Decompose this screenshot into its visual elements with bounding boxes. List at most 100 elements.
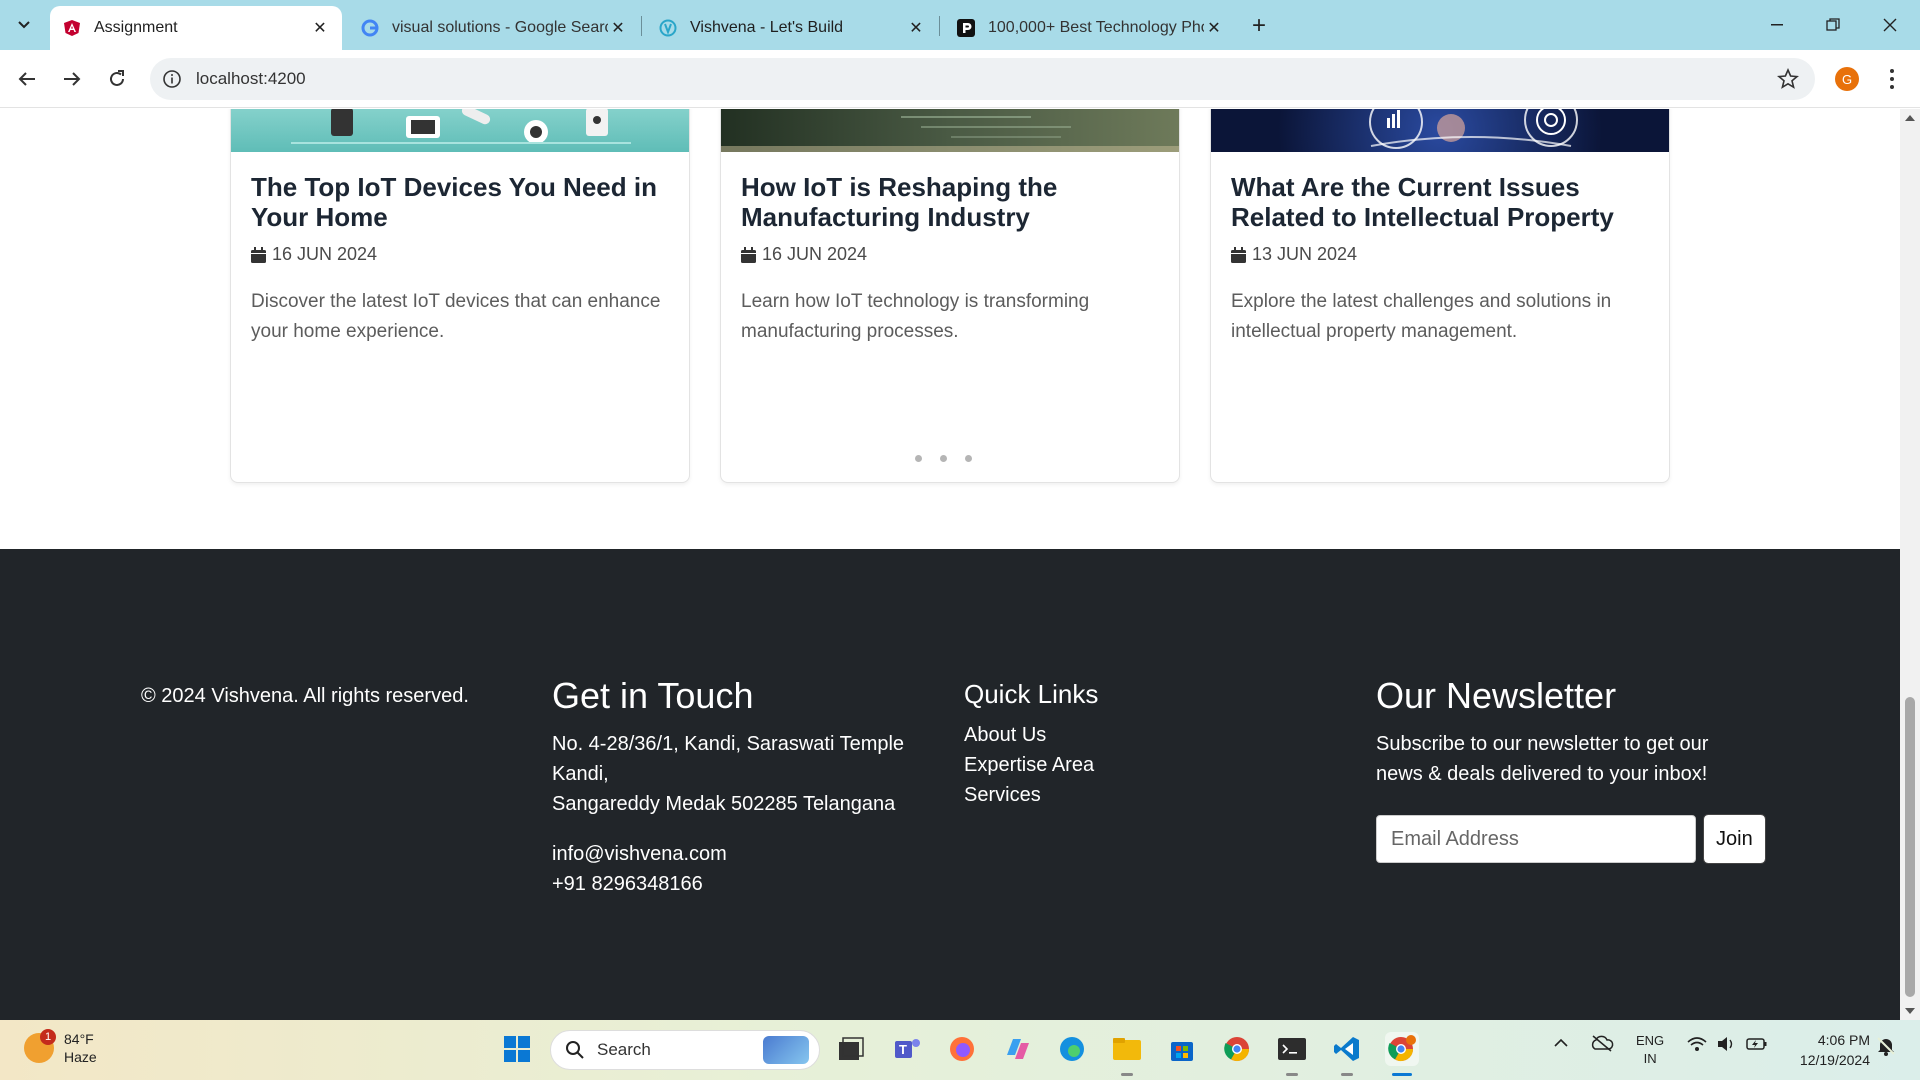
- phone-link[interactable]: +91 8296348166: [552, 869, 932, 899]
- scrollbar-thumb[interactable]: [1905, 697, 1915, 997]
- blog-card[interactable]: What Are the Current Issues Related to I…: [1210, 109, 1670, 483]
- clock-time: 4:06 PM: [1817, 1032, 1870, 1048]
- join-button[interactable]: Join: [1703, 814, 1766, 864]
- taskbar-search[interactable]: Search: [550, 1030, 820, 1070]
- card-date-text: 13 JUN 2024: [1252, 244, 1358, 264]
- search-placeholder: Search: [597, 1040, 651, 1059]
- site-footer: © 2024 Vishvena. All rights reserved. Ge…: [0, 549, 1900, 1020]
- restore-icon[interactable]: [1818, 10, 1848, 40]
- email-input[interactable]: Email Address: [1376, 815, 1696, 863]
- scroll-down-icon[interactable]: [1905, 1008, 1915, 1014]
- footer-link-about-us[interactable]: About Us: [964, 720, 1264, 750]
- footer-link-expertise-area[interactable]: Expertise Area: [964, 750, 1264, 780]
- newsletter-section: Our Newsletter Subscribe to our newslett…: [1376, 675, 1796, 864]
- weather-temp: 84°F: [64, 1031, 94, 1047]
- region-code: IN: [1643, 1051, 1657, 1066]
- carousel-dot[interactable]: [940, 455, 947, 462]
- microsoft-store-icon[interactable]: [1165, 1032, 1199, 1066]
- card-date-text: 16 JUN 2024: [272, 244, 378, 264]
- tab-title: 100,000+ Best Technology Photos: [988, 19, 1204, 36]
- contact-heading: Get in Touch: [552, 675, 754, 716]
- carousel-dot[interactable]: [915, 455, 922, 462]
- address-line: Sangareddy Medak 502285 Telangana: [552, 793, 896, 815]
- contact-section: Get in Touch No. 4-28/36/1, Kandi, Saras…: [552, 675, 932, 899]
- card-title[interactable]: The Top IoT Devices You Need in Your Hom…: [251, 172, 669, 232]
- weather-condition: Haze: [64, 1049, 97, 1065]
- language-code: ENG: [1636, 1033, 1665, 1048]
- reload-icon[interactable]: [102, 64, 132, 94]
- address-bar[interactable]: localhost:4200: [150, 58, 1815, 100]
- scroll-up-icon[interactable]: [1905, 115, 1915, 121]
- email-link[interactable]: info@vishvena.com: [552, 839, 932, 869]
- windows-start-icon[interactable]: [500, 1032, 534, 1066]
- tab-pexels[interactable]: 100,000+ Best Technology Photos ✕: [944, 6, 1236, 50]
- carousel-dot[interactable]: [965, 455, 972, 462]
- tab-title: visual solutions - Google Search: [392, 19, 608, 36]
- minimize-icon[interactable]: [1762, 10, 1792, 40]
- browser-menu-icon[interactable]: [1885, 67, 1899, 91]
- site-info-icon[interactable]: [162, 69, 182, 89]
- edge-icon[interactable]: [1055, 1032, 1089, 1066]
- close-tab-icon[interactable]: ✕: [608, 18, 628, 38]
- clock-date: 12/19/2024: [1799, 1052, 1870, 1068]
- weather-widget[interactable]: 1 84°F Haze: [24, 1029, 97, 1066]
- close-tab-icon[interactable]: ✕: [310, 18, 330, 38]
- chrome-icon[interactable]: [1220, 1032, 1254, 1066]
- volume-icon[interactable]: [1716, 1036, 1736, 1055]
- footer-link-services[interactable]: Services: [964, 780, 1264, 810]
- file-explorer-icon[interactable]: [1110, 1032, 1144, 1066]
- teams-icon[interactable]: T: [890, 1032, 924, 1066]
- card-date: 13 JUN 2024: [1231, 244, 1649, 265]
- vscode-icon[interactable]: [1330, 1032, 1364, 1066]
- close-tab-icon[interactable]: ✕: [906, 18, 926, 38]
- newsletter-heading: Our Newsletter: [1376, 675, 1617, 716]
- tab-separator: [641, 16, 642, 36]
- battery-charging-icon[interactable]: [1746, 1036, 1768, 1055]
- blog-card[interactable]: How IoT is Reshaping the Manufacturing I…: [720, 109, 1180, 483]
- quick-links-section: Quick Links About Us Expertise Area Serv…: [964, 669, 1264, 810]
- browser-toolbar: localhost:4200 G: [0, 50, 1920, 108]
- card-image-manufacturing: [721, 109, 1179, 152]
- calendar-icon: [251, 246, 266, 263]
- notifications-bell-icon[interactable]: [1876, 1036, 1896, 1059]
- tab-google-search[interactable]: visual solutions - Google Search ✕: [348, 6, 640, 50]
- forward-arrow-icon[interactable]: [57, 64, 87, 94]
- firefox-icon[interactable]: [945, 1032, 979, 1066]
- newsletter-text: Subscribe to our newsletter to get our n…: [1376, 733, 1709, 785]
- new-tab-plus-icon[interactable]: +: [1245, 12, 1273, 40]
- pexels-icon: [956, 18, 976, 38]
- close-window-icon[interactable]: [1875, 10, 1905, 40]
- card-description: Explore the latest challenges and soluti…: [1231, 291, 1612, 342]
- address-line: Kandi,: [552, 763, 609, 785]
- search-highlight-icon: [763, 1036, 809, 1064]
- onedrive-offline-icon[interactable]: [1590, 1034, 1614, 1055]
- card-title[interactable]: How IoT is Reshaping the Manufacturing I…: [741, 172, 1159, 232]
- url-text: localhost:4200: [196, 69, 306, 88]
- back-arrow-icon[interactable]: [12, 64, 42, 94]
- copilot-icon[interactable]: [1000, 1032, 1034, 1066]
- page-viewport: The Top IoT Devices You Need in Your Hom…: [0, 109, 1900, 1020]
- blog-card[interactable]: The Top IoT Devices You Need in Your Hom…: [230, 109, 690, 483]
- show-hidden-icons-chevron-icon[interactable]: [1553, 1036, 1569, 1051]
- task-view-icon[interactable]: [834, 1032, 868, 1066]
- page-scrollbar[interactable]: [1900, 109, 1920, 1020]
- system-clock[interactable]: 4:06 PM 12/19/2024: [1780, 1030, 1870, 1070]
- terminal-icon[interactable]: [1275, 1032, 1309, 1066]
- tab-search-chevron-icon[interactable]: [10, 12, 38, 38]
- wifi-icon[interactable]: [1687, 1036, 1707, 1055]
- newsletter-form: Email Address Join: [1376, 814, 1796, 864]
- card-date: 16 JUN 2024: [741, 244, 1159, 265]
- tab-assignment[interactable]: Assignment ✕: [50, 6, 342, 50]
- close-tab-icon[interactable]: ✕: [1204, 18, 1224, 38]
- weather-haze-icon: 1: [24, 1029, 56, 1063]
- active-indicator: [1392, 1073, 1412, 1076]
- bookmark-star-icon[interactable]: [1777, 67, 1799, 90]
- card-title[interactable]: What Are the Current Issues Related to I…: [1231, 172, 1649, 232]
- tab-vishvena[interactable]: Vishvena - Let's Build ✕: [646, 6, 938, 50]
- language-indicator[interactable]: ENG IN: [1636, 1032, 1664, 1068]
- profile-avatar[interactable]: G: [1835, 67, 1859, 91]
- calendar-icon: [1231, 246, 1246, 263]
- tab-title: Vishvena - Let's Build: [690, 19, 844, 36]
- tab-separator: [939, 16, 940, 36]
- chrome-profile-icon[interactable]: [1385, 1032, 1419, 1066]
